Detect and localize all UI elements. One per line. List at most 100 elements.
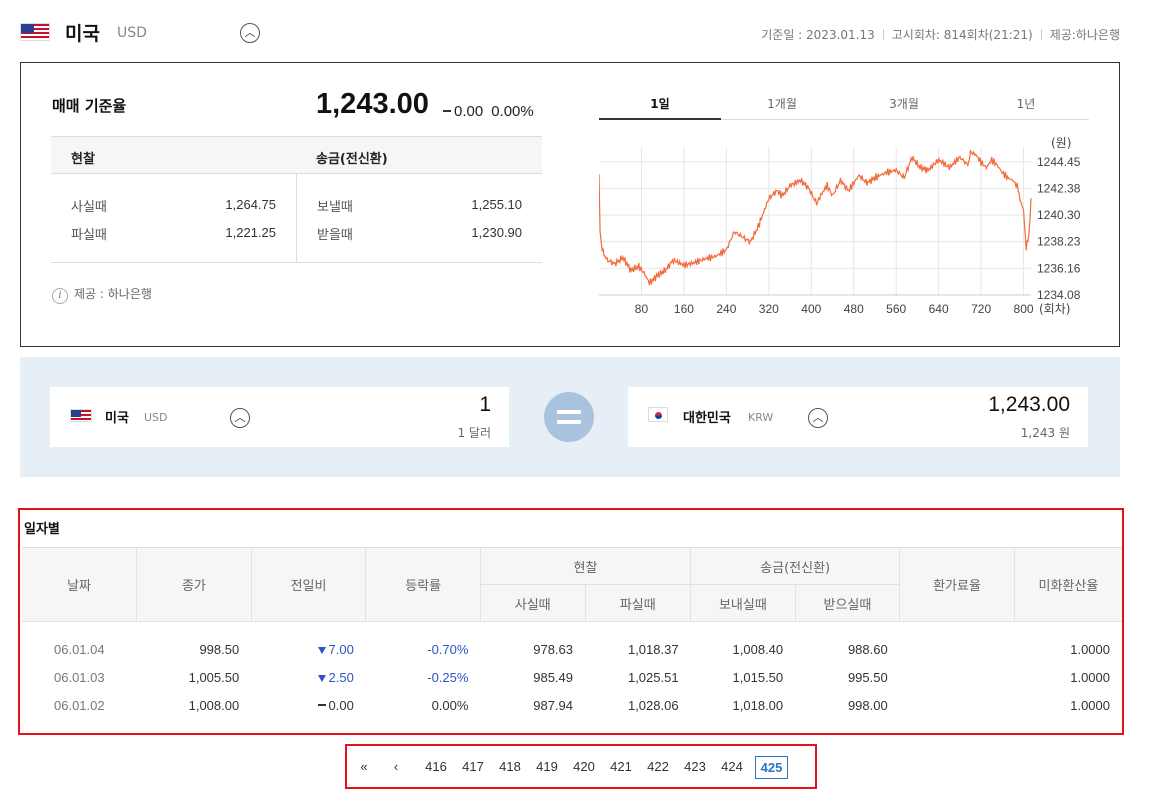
page-link[interactable]: 423 xyxy=(680,756,710,779)
from-country: 미국 xyxy=(105,411,129,426)
from-currency-box[interactable]: 미국 USD ︿ 1 1 달러 xyxy=(50,387,509,447)
from-amount-input[interactable]: 1 xyxy=(479,393,491,417)
base-rate-title: 매매 기준율 xyxy=(52,97,127,115)
period-tabs: 1일 1개월 3개월 1년 xyxy=(599,93,1089,120)
to-currency-box[interactable]: 대한민국 KRW ︿ 1,243.00 1,243 원 xyxy=(628,387,1088,447)
col-cash-sell: 파실때 xyxy=(584,584,691,622)
row-cash-buy: 985.49 xyxy=(533,670,573,685)
currency-header: 미국 USD ︿ 기준일 : 2023.01.13 고시회차: 814회차(21:… xyxy=(20,18,1120,48)
x-tick-label: 560 xyxy=(886,302,906,316)
first-page-button[interactable]: « xyxy=(353,756,375,779)
y-tick-label: 1242.38 xyxy=(1037,181,1081,195)
col-fee: 환가료율 xyxy=(899,547,1015,622)
row-cash-sell: 1,025.51 xyxy=(627,670,679,685)
row-usd: 1.0000 xyxy=(1070,670,1110,685)
current-page[interactable]: 425 xyxy=(755,756,788,779)
page-link[interactable]: 417 xyxy=(458,756,488,779)
y-axis-label: (원) xyxy=(1051,136,1071,150)
col-cash-buy: 사실때 xyxy=(479,584,585,622)
from-amount-text: 1 달러 xyxy=(457,426,491,440)
col-cash: 현찰 xyxy=(479,547,691,585)
y-tick-label: 1238.23 xyxy=(1037,235,1081,249)
provider-note: i 제공 : 하나은행 xyxy=(52,285,152,304)
x-tick-label: 320 xyxy=(759,302,779,316)
page-link[interactable]: 424 xyxy=(717,756,747,779)
notice-round: 고시회차: 814회차(21:21) xyxy=(891,28,1033,42)
tab-1day[interactable]: 1일 xyxy=(599,95,721,120)
chevron-up-icon: ︿ xyxy=(812,411,824,424)
row-close: 1,008.00 xyxy=(188,698,240,713)
remit-send-label: 보낼때 xyxy=(317,200,353,215)
currency-converter: 미국 USD ︿ 1 1 달러 대한민국 KRW ︿ 1,243.00 1,24… xyxy=(20,357,1120,477)
col-remit-send: 보내실때 xyxy=(690,584,796,622)
tab-1month[interactable]: 1개월 xyxy=(721,95,843,120)
us-flag-icon xyxy=(70,409,92,422)
base-rate-change: 0.00 0.00% xyxy=(443,103,534,120)
col-prev-diff: 전일비 xyxy=(250,547,366,622)
cash-header: 현찰 xyxy=(71,152,95,167)
x-tick-label: 640 xyxy=(929,302,949,316)
cash-sell-label: 파실때 xyxy=(71,228,107,243)
x-tick-label: 160 xyxy=(674,302,694,316)
daily-title: 일자별 xyxy=(24,522,60,537)
kr-flag-icon xyxy=(648,407,668,422)
x-tick-label: 720 xyxy=(971,302,991,316)
rate-panel: 매매 기준율 1,243.00 0.00 0.00% 현찰 송금(전신환) 사실때… xyxy=(20,62,1120,347)
remit-recv-value: 1,230.90 xyxy=(471,225,522,240)
series-line xyxy=(599,149,1032,286)
row-close: 1,005.50 xyxy=(188,670,240,685)
y-tick-label: 1236.16 xyxy=(1037,261,1081,275)
row-date: 06.01.03 xyxy=(54,670,105,685)
row-send: 1,018.00 xyxy=(732,698,784,713)
page-link[interactable]: 422 xyxy=(643,756,673,779)
from-currency-select-button[interactable]: ︿ xyxy=(230,408,250,428)
remit-send-value: 1,255.10 xyxy=(471,197,522,212)
prev-page-button[interactable]: ‹ xyxy=(385,756,407,779)
to-amount-input[interactable]: 1,243.00 xyxy=(988,393,1070,417)
page-link[interactable]: 416 xyxy=(421,756,451,779)
row-usd: 1.0000 xyxy=(1070,642,1110,658)
row-fee xyxy=(900,664,1015,692)
x-tick-label: 400 xyxy=(801,302,821,316)
page-link[interactable]: 421 xyxy=(606,756,636,779)
x-axis-label: (회차) xyxy=(1039,302,1070,316)
currency-select-button[interactable]: ︿ xyxy=(240,23,260,43)
to-currency-select-button[interactable]: ︿ xyxy=(808,408,828,428)
col-usd-rate: 미화환산율 xyxy=(1013,547,1122,622)
tab-1year[interactable]: 1년 xyxy=(965,95,1087,120)
row-cash-buy: 987.94 xyxy=(533,698,573,713)
row-send: 1,015.50 xyxy=(732,670,784,685)
base-date: 기준일 : 2023.01.13 xyxy=(761,28,875,42)
table-row: 06.01.02 1,008.00 0.00 0.00% 987.94 1,02… xyxy=(22,692,1122,720)
flat-dash-icon xyxy=(443,110,451,112)
daily-rates-table: 날짜 종가 전일비 등락률 현찰 송금(전신환) 환가료율 미화환산율 사실때 … xyxy=(22,547,1122,720)
rate-provider: 제공:하나은행 xyxy=(1049,28,1120,42)
column-divider xyxy=(296,174,297,262)
to-amount-text: 1,243 원 xyxy=(1020,426,1070,440)
chevron-up-icon: ︿ xyxy=(234,411,246,424)
row-date: 06.01.02 xyxy=(54,698,105,713)
row-fee xyxy=(900,622,1015,664)
x-tick-label: 240 xyxy=(716,302,736,316)
col-remit-recv: 받으실때 xyxy=(794,584,900,622)
row-diff: 0.00 xyxy=(251,692,366,720)
page-link[interactable]: 419 xyxy=(532,756,562,779)
pagination: « ‹ 416 417 418 419 420 421 422 423 424 … xyxy=(345,744,817,789)
to-code: KRW xyxy=(748,411,774,424)
x-tick-label: 800 xyxy=(1014,302,1034,316)
country-name: 미국 xyxy=(65,23,100,45)
y-tick-label: 1244.45 xyxy=(1037,155,1081,169)
provider-text: 제공 : 하나은행 xyxy=(74,287,152,301)
cash-sell-value: 1,221.25 xyxy=(225,225,276,240)
tab-3months[interactable]: 3개월 xyxy=(843,95,965,120)
row-rate: -0.70% xyxy=(427,642,469,658)
page-link[interactable]: 420 xyxy=(569,756,599,779)
row-cash-sell: 1,018.37 xyxy=(627,642,679,658)
page-link[interactable]: 418 xyxy=(495,756,525,779)
remit-header: 송금(전신환) xyxy=(316,152,388,167)
info-icon: i xyxy=(52,288,68,304)
table-row: 06.01.03 1,005.50 2.50 -0.25% 985.49 1,0… xyxy=(22,664,1122,692)
meta-divider xyxy=(882,29,884,40)
y-tick-label: 1240.30 xyxy=(1037,208,1081,222)
row-recv: 995.50 xyxy=(847,670,888,685)
